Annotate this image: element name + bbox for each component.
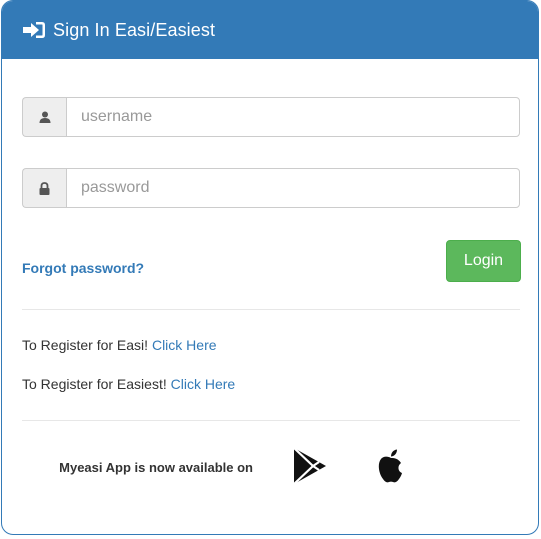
register-easi-text: To Register for Easi! bbox=[22, 337, 149, 353]
register-easiest-link[interactable]: Click Here bbox=[171, 376, 236, 392]
register-easi-link[interactable]: Click Here bbox=[152, 337, 217, 353]
forgot-password-link[interactable]: Forgot password? bbox=[22, 260, 144, 276]
login-button[interactable]: Login bbox=[446, 240, 521, 282]
lock-icon bbox=[22, 168, 66, 208]
divider bbox=[22, 420, 520, 421]
user-icon bbox=[22, 97, 66, 137]
apple-icon[interactable] bbox=[375, 447, 407, 490]
register-easiest-text: To Register for Easiest! bbox=[22, 376, 167, 392]
register-easiest-line: To Register for Easiest! Click Here bbox=[22, 376, 235, 392]
divider bbox=[22, 309, 520, 310]
panel-heading: Sign In Easi/Easiest bbox=[2, 1, 538, 59]
username-input[interactable] bbox=[66, 97, 520, 137]
password-input[interactable] bbox=[66, 168, 520, 208]
google-play-icon[interactable] bbox=[292, 447, 328, 490]
app-availability-text: Myeasi App is now available on bbox=[59, 460, 253, 475]
password-group bbox=[22, 168, 520, 208]
login-panel: Sign In Easi/Easiest Forgot password? Lo… bbox=[1, 0, 539, 535]
page-title: Sign In Easi/Easiest bbox=[53, 19, 216, 40]
username-group bbox=[22, 97, 520, 137]
register-easi-line: To Register for Easi! Click Here bbox=[22, 337, 217, 353]
sign-in-icon bbox=[21, 20, 47, 40]
